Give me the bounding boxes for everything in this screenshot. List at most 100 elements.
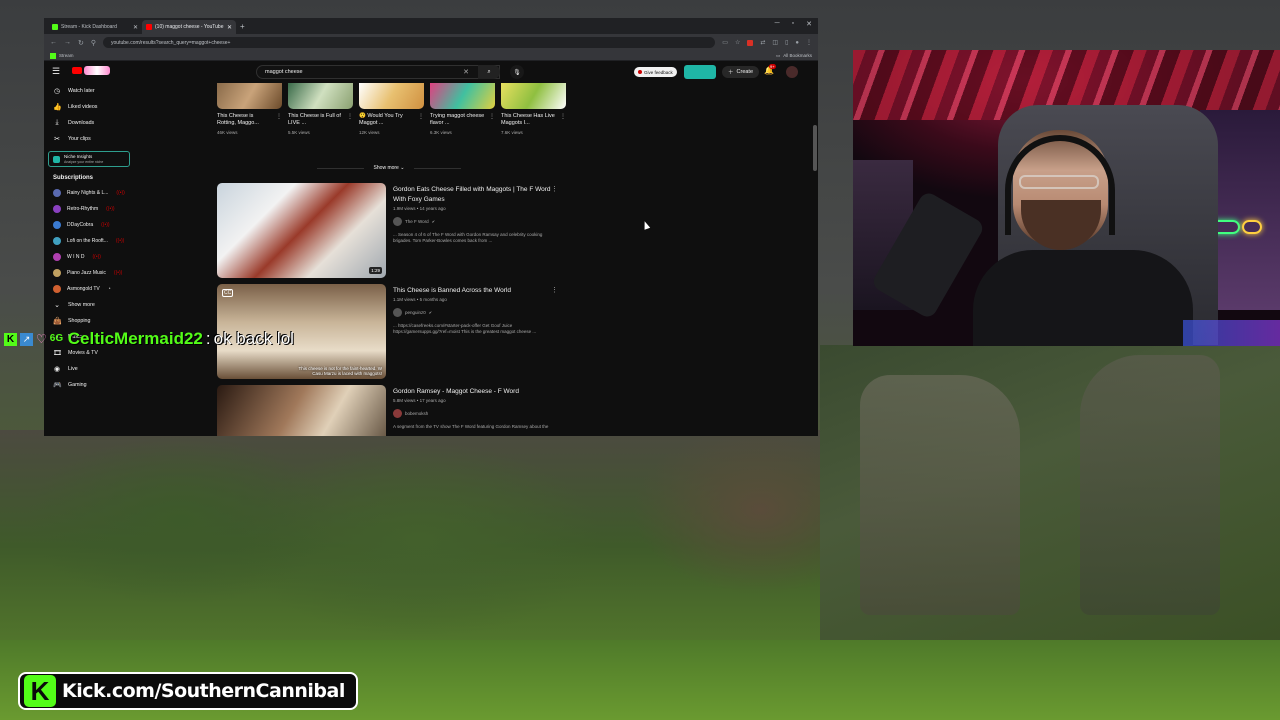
sidebar-item-watch-later[interactable]: ◷ Watch later: [44, 83, 140, 99]
sidepanel-icon[interactable]: ▯: [785, 39, 788, 46]
short-thumbnail[interactable]: [501, 83, 566, 109]
short-thumbnail[interactable]: [288, 83, 353, 109]
sidebar-item-live[interactable]: ◉ Live: [44, 361, 140, 377]
subscriptions-heading[interactable]: Subscriptions: [44, 171, 140, 185]
kick-logo-icon: K: [24, 675, 56, 707]
subscription-item[interactable]: Piano Jazz Music ((•)): [44, 265, 140, 281]
sidebar-item-gaming[interactable]: 🎮 Gaming: [44, 377, 140, 393]
search-button[interactable]: ⌕: [478, 65, 500, 79]
more-options-icon[interactable]: ⋮: [276, 113, 282, 127]
short-thumbnail[interactable]: [430, 83, 495, 109]
minimize-icon[interactable]: ─: [775, 20, 780, 28]
extensions-area: ▭ ☆ ⇄ ◫ ▯ ● ⋮: [722, 39, 812, 46]
sidebar-item-your-clips[interactable]: ✂ Your clips: [44, 131, 140, 147]
subscriptions-show-more[interactable]: ⌄ Show more: [44, 297, 140, 313]
puzzle-icon[interactable]: ◫: [772, 39, 778, 46]
close-window-icon[interactable]: ✕: [806, 20, 812, 28]
microphone-icon: 🎙: [513, 69, 521, 76]
create-button[interactable]: ＋ Create: [722, 66, 760, 78]
tab-youtube[interactable]: (10) maggot cheese - YouTube ✕: [142, 20, 236, 34]
give-feedback-button[interactable]: Give feedback: [634, 67, 677, 77]
video-thumbnail[interactable]: [217, 385, 386, 436]
video-result[interactable]: 1:29 Gordon Eats Cheese Filled with Magg…: [217, 183, 562, 281]
short-title[interactable]: 😲 Would You Try Maggot ...: [359, 113, 415, 127]
short-thumbnail[interactable]: [217, 83, 282, 109]
notifications-bell-icon[interactable]: 🔔 9+: [764, 64, 776, 75]
short-title[interactable]: Trying maggot cheese flavor ...: [430, 113, 486, 127]
close-tab-icon[interactable]: ✕: [133, 24, 138, 31]
back-icon[interactable]: ←: [50, 39, 57, 46]
more-options-icon[interactable]: ⋮: [489, 113, 495, 127]
video-title[interactable]: This Cheese is Banned Across the World: [393, 286, 553, 296]
scrollbar-thumb[interactable]: [813, 125, 817, 171]
channel-avatar: [393, 308, 402, 317]
video-thumbnail[interactable]: 1:29: [217, 183, 386, 278]
sidebar-item-downloads[interactable]: ⤓ Downloads: [44, 115, 140, 131]
kick-channel-banner: K Kick.com/SouthernCannibal: [18, 672, 358, 710]
new-content-dot-icon: •: [108, 286, 111, 292]
tab-kick-dashboard[interactable]: Stream - Kick Dashboard ✕: [48, 20, 142, 34]
subscription-item[interactable]: Rainy Nights & L... ((•)): [44, 185, 140, 201]
search-input[interactable]: maggot cheese ✕: [256, 65, 500, 79]
clear-search-icon[interactable]: ✕: [463, 68, 469, 76]
gift-badge-icon: 6G: [49, 332, 64, 344]
video-title[interactable]: Gordon Eats Cheese Filled with Maggots |…: [393, 185, 553, 205]
more-options-icon[interactable]: ⋮: [560, 113, 566, 127]
forward-icon[interactable]: →: [64, 39, 71, 46]
extension-icon[interactable]: ⇄: [760, 39, 765, 46]
niche-insights-button[interactable]: Niche Insights Analyze your entire niche: [48, 151, 130, 167]
clock-icon: ◷: [53, 88, 61, 95]
more-options-icon[interactable]: ⋮: [418, 113, 424, 127]
short-item[interactable]: 😲 Would You Try Maggot ... ⋮ 12K views: [359, 83, 424, 135]
subscription-item[interactable]: Retro-Rhythm ((•)): [44, 201, 140, 217]
live-indicator-icon: ((•)): [116, 190, 125, 196]
shorts-shelf: This Cheese is Rotting, Maggo... ⋮ 46K vi…: [217, 83, 566, 135]
short-item[interactable]: Trying maggot cheese flavor ... ⋮ 6.3K vi…: [430, 83, 495, 135]
video-result[interactable]: Gordon Ramsey - Maggot Cheese - F Word 5…: [217, 385, 562, 436]
sidebar-item-liked-videos[interactable]: 👍 Liked videos: [44, 99, 140, 115]
maximize-icon[interactable]: ▫: [792, 20, 794, 28]
subscription-item[interactable]: Asmongold TV •: [44, 281, 140, 297]
channel-link[interactable]: The F Word ✔: [393, 217, 553, 226]
scrollbar[interactable]: [812, 61, 818, 436]
short-views: 46K views: [217, 130, 238, 135]
close-tab-icon[interactable]: ✕: [227, 24, 232, 31]
more-options-icon[interactable]: ⋮: [551, 185, 558, 193]
create-label: Create: [736, 69, 754, 75]
short-item[interactable]: This Cheese is Full of LIVE ... ⋮ 5.5K vi…: [288, 83, 353, 135]
short-item[interactable]: This Cheese is Rotting, Maggo... ⋮ 46K vi…: [217, 83, 282, 135]
niche-extension-button[interactable]: [684, 65, 716, 79]
more-options-icon[interactable]: ⋮: [347, 113, 353, 127]
youtube-logo[interactable]: [72, 66, 110, 75]
reload-icon[interactable]: ↻: [78, 39, 84, 47]
avatar[interactable]: [786, 66, 798, 78]
short-title[interactable]: This Cheese is Full of LIVE ...: [288, 113, 344, 127]
video-title[interactable]: Gordon Ramsey - Maggot Cheese - F Word: [393, 387, 553, 397]
star-icon[interactable]: ☆: [735, 39, 740, 46]
channel-avatar: [53, 285, 61, 293]
short-title[interactable]: This Cheese is Rotting, Maggo...: [217, 113, 273, 127]
download-icon: ⤓: [55, 119, 59, 126]
show-more-button[interactable]: Show more ⌄: [363, 165, 415, 171]
all-bookmarks[interactable]: ▭ All Bookmarks: [776, 53, 812, 59]
menu-kebab-icon[interactable]: ⋮: [806, 39, 812, 46]
channel-link[interactable]: penguinz0 ✔: [393, 308, 553, 317]
extension-red-icon[interactable]: [747, 39, 754, 46]
subscription-item[interactable]: W I N D ((•)): [44, 249, 140, 265]
sidebar-item-shopping[interactable]: 👜 Shopping: [44, 313, 140, 329]
subscription-item[interactable]: DDayCobra ((•)): [44, 217, 140, 233]
more-options-icon[interactable]: ⋮: [551, 286, 558, 294]
site-info-icon[interactable]: ⚲: [91, 39, 96, 47]
profile-icon[interactable]: ●: [795, 40, 799, 46]
voice-search-button[interactable]: 🎙: [510, 65, 524, 79]
short-item[interactable]: This Cheese Has Live Maggots I... ⋮ 7.6K …: [501, 83, 566, 135]
url-field[interactable]: youtube.com/results?search_query=maggot+…: [103, 37, 716, 48]
hamburger-menu-icon[interactable]: ☰: [52, 66, 60, 77]
short-title[interactable]: This Cheese Has Live Maggots I...: [501, 113, 557, 127]
new-tab-button[interactable]: +: [240, 22, 245, 31]
cast-icon[interactable]: ▭: [722, 39, 728, 46]
channel-link[interactable]: bobemoksh: [393, 409, 553, 418]
bookmark-stream[interactable]: Stream: [50, 52, 74, 59]
subscription-item[interactable]: Lofi on the Rooft... ((•)): [44, 233, 140, 249]
short-thumbnail[interactable]: [359, 83, 424, 109]
